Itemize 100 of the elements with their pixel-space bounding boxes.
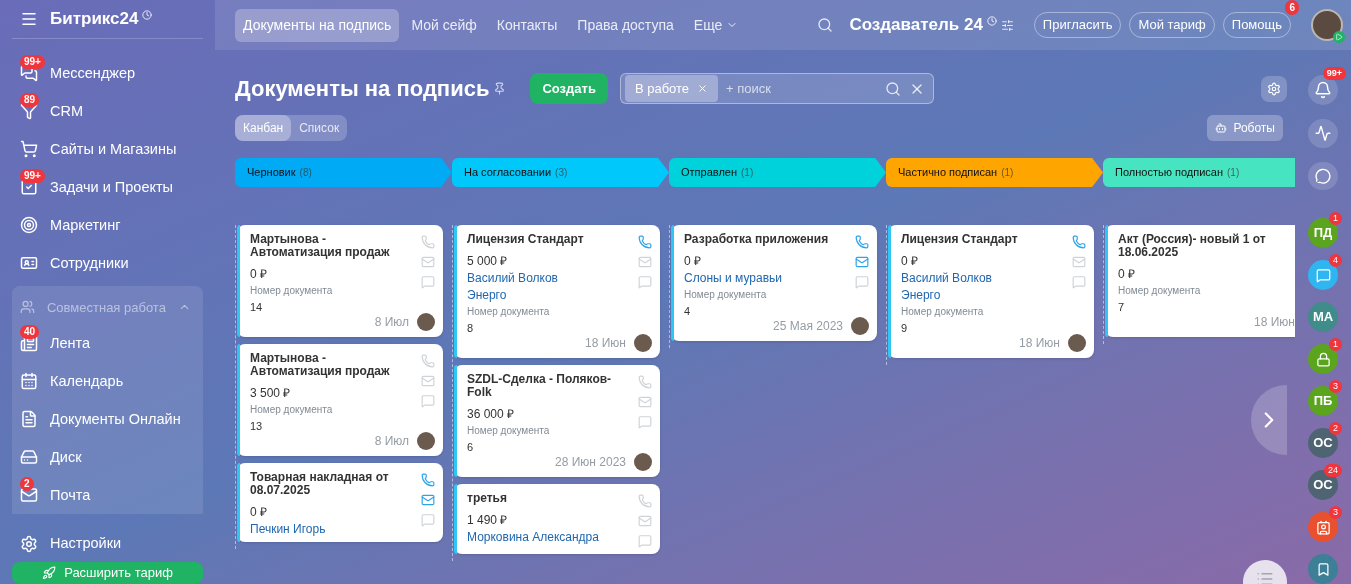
sidebar-item[interactable]: Календарь [0, 362, 203, 401]
stage-header[interactable]: Полностью подписан (1) [1103, 158, 1295, 187]
contact-link[interactable]: Печкин Игорь [250, 522, 417, 536]
contact-link[interactable]: Василий Волков [467, 271, 634, 285]
sidebar-item[interactable]: Настройки [0, 532, 215, 556]
sidebar-item[interactable]: Сотрудники [0, 244, 215, 283]
card-title[interactable]: Акт (Россия)- новый 1 от 18.06.2025 [1118, 233, 1295, 259]
phone-icon[interactable] [421, 473, 435, 487]
card-title[interactable]: Мартынова - Автоматизация продаж [250, 233, 417, 259]
clock-icon [986, 16, 997, 26]
card-title[interactable]: SZDL-Сделка - Поляков-Folk [467, 373, 634, 399]
search-field[interactable]: В работе + поиск [619, 73, 934, 104]
card-date: 8 Июл [374, 314, 409, 331]
phone-icon[interactable] [421, 354, 435, 368]
mail-icon[interactable] [421, 374, 435, 388]
card-title[interactable]: Товарная накладная от 08.07.2025 [250, 471, 417, 497]
deal-card[interactable]: Лицензия Стандарт 5 000 ₽ Василий Волков Энерго Номер документа 8 18 Июн [454, 225, 660, 358]
sidebar-item[interactable]: 99+ Мессенджер [0, 54, 215, 93]
nav-tab[interactable]: Еще [685, 8, 747, 42]
nav-tab[interactable]: Контакты [488, 8, 566, 42]
mail-icon[interactable] [638, 514, 652, 528]
contact-link[interactable]: Морковина Александра [467, 530, 634, 544]
sidebar-item[interactable]: 40 Лента [0, 324, 203, 363]
brand-name[interactable]: Создаватель 24 [849, 12, 983, 38]
deal-card[interactable]: Мартынова - Автоматизация продаж 0 ₽ Номер документа 14 8 Июл [237, 225, 443, 337]
contact-link[interactable]: Слоны и муравьи [684, 271, 851, 285]
phone-icon[interactable] [1072, 235, 1086, 249]
sidebar-item[interactable]: 2 Почта [0, 476, 203, 515]
chat-avatar[interactable]: МА [1308, 302, 1338, 332]
sidebar-item[interactable]: Сайты и Магазины [0, 130, 215, 169]
deal-card[interactable]: Лицензия Стандарт 0 ₽ Василий Волков Энерго Номер документа 9 18 Июн [888, 225, 1094, 358]
stage-header[interactable]: Черновик (8) [235, 158, 452, 187]
notification-icon[interactable] [1308, 75, 1338, 105]
app-logo[interactable]: Битрикс24 [50, 6, 139, 32]
deal-card[interactable]: Мартынова - Автоматизация продаж 3 500 ₽ Номер документа 13 8 Июл [237, 344, 443, 456]
deal-card[interactable]: Акт (Россия)- новый 1 от 18.06.2025 0 ₽ Номер документа 7 18 Июн [1105, 225, 1295, 337]
page-title: Документы на подпись [235, 75, 490, 103]
create-button[interactable]: Создать [530, 72, 608, 105]
phone-icon[interactable] [855, 235, 869, 249]
mail-icon[interactable] [1072, 255, 1086, 269]
deal-card[interactable]: Разработка приложения 0 ₽ Слоны и муравьи Номер документа 4 25 Мая 2023 [671, 225, 877, 341]
card-title[interactable]: Мартынова - Автоматизация продаж [250, 352, 417, 378]
chat-avatar[interactable] [1308, 554, 1338, 584]
sidebar-item[interactable]: 89 CRM [0, 92, 215, 131]
phone-icon[interactable] [638, 494, 652, 508]
close-icon[interactable] [697, 83, 709, 94]
card-icon [1315, 519, 1331, 535]
upgrade-button[interactable]: Расширить тариф [12, 562, 203, 584]
nav-tab[interactable]: Права доступа [569, 8, 682, 42]
comment-icon[interactable] [421, 513, 435, 527]
mail-icon[interactable] [855, 255, 869, 269]
phone-icon[interactable] [638, 235, 652, 249]
search-icon[interactable] [817, 17, 834, 33]
user-avatar[interactable] [1311, 9, 1343, 41]
deal-card[interactable]: третья 1 490 ₽ Морковина Александра [454, 484, 660, 554]
sidebar-item[interactable]: Документы Онлайн [0, 400, 203, 439]
mail-icon[interactable] [421, 255, 435, 269]
comment-icon[interactable] [421, 275, 435, 289]
card-title[interactable]: Разработка приложения [684, 233, 851, 246]
contact-link[interactable]: Энерго [467, 288, 634, 302]
comment-icon[interactable] [421, 394, 435, 408]
robot-icon [1215, 122, 1228, 134]
phone-icon[interactable] [638, 375, 652, 389]
comment-icon[interactable] [638, 275, 652, 289]
deal-card[interactable]: Товарная накладная от 08.07.2025 0 ₽ Печкин Игорь [237, 463, 443, 542]
sliders-icon[interactable] [1000, 18, 1014, 32]
comment-icon[interactable] [638, 415, 652, 429]
chat-icon [1315, 267, 1331, 283]
card-amount: 5 000 ₽ [467, 254, 509, 268]
view-tab[interactable]: Список [291, 115, 348, 141]
nav-tab[interactable]: Мой сейф [403, 8, 485, 42]
card-title[interactable]: третья [467, 492, 634, 505]
card-title[interactable]: Лицензия Стандарт [901, 233, 1068, 246]
card-title[interactable]: Лицензия Стандарт [467, 233, 634, 246]
comment-icon[interactable] [1072, 275, 1086, 289]
mail-icon[interactable] [638, 255, 652, 269]
comment-icon[interactable] [855, 275, 869, 289]
mail-icon[interactable] [421, 493, 435, 507]
comment-icon[interactable] [638, 534, 652, 548]
robots-button[interactable]: Роботы [1207, 115, 1283, 141]
phone-icon[interactable] [421, 235, 435, 249]
sidebar-item[interactable]: 99+ Задачи и Проекты [0, 168, 215, 207]
sidebar-item[interactable]: Диск [0, 438, 203, 477]
sidebar-item[interactable]: Маркетинг [0, 206, 215, 245]
search-icon[interactable] [884, 80, 901, 97]
settings-icon[interactable] [1261, 75, 1287, 102]
card-amount: 1 490 ₽ [467, 513, 509, 527]
chat-icon[interactable] [1308, 161, 1338, 190]
contact-link[interactable]: Василий Волков [901, 271, 1068, 285]
rocket-icon [42, 566, 57, 580]
stage-header[interactable]: Отправлен (1) [669, 158, 886, 187]
pin-icon[interactable] [493, 82, 507, 95]
stage-header[interactable]: Частично подписан (1) [886, 158, 1103, 187]
stage-header[interactable]: На согласовании (3) [452, 158, 669, 187]
activity-icon[interactable] [1308, 119, 1338, 148]
nav-tab[interactable]: Документы на подпись [235, 8, 400, 42]
contact-link[interactable]: Энерго [901, 288, 1068, 302]
mail-icon[interactable] [638, 395, 652, 409]
deal-card[interactable]: SZDL-Сделка - Поляков-Folk 36 000 ₽ Номер документа 6 28 Июн 2023 [454, 365, 660, 477]
card-date: 18 Июн [585, 335, 626, 352]
